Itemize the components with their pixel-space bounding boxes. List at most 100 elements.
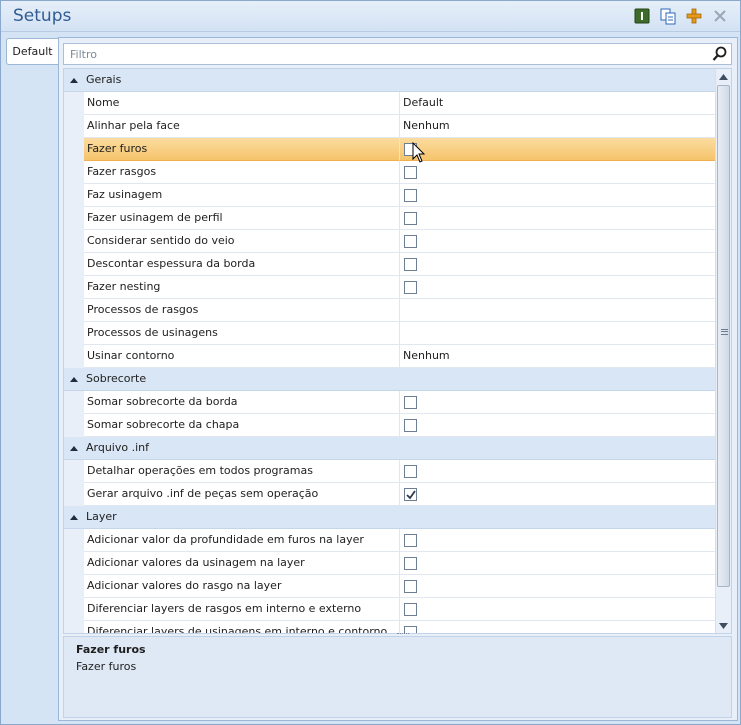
property-name[interactable]: Gerar arquivo .inf de peças sem operação	[84, 483, 400, 506]
property-value[interactable]	[400, 276, 716, 299]
property-row[interactable]: Somar sobrecorte da borda	[64, 391, 716, 414]
property-name[interactable]: Processos de usinagens	[84, 322, 400, 345]
vertical-scrollbar[interactable]	[715, 69, 731, 633]
info-button[interactable]	[633, 7, 651, 25]
property-row[interactable]: Nome Default	[64, 92, 716, 115]
property-row[interactable]: Fazer rasgos	[64, 161, 716, 184]
property-value[interactable]	[400, 460, 716, 483]
property-value[interactable]	[400, 391, 716, 414]
row-gutter	[64, 322, 84, 345]
row-gutter	[64, 598, 84, 621]
property-value[interactable]	[400, 529, 716, 552]
property-value[interactable]	[400, 207, 716, 230]
copy-button[interactable]	[659, 7, 677, 25]
property-name[interactable]: Adicionar valores do rasgo na layer	[84, 575, 400, 598]
property-row[interactable]: Considerar sentido do veio	[64, 230, 716, 253]
property-value[interactable]	[400, 575, 716, 598]
close-button[interactable]	[711, 7, 729, 25]
property-row[interactable]: Gerar arquivo .inf de peças sem operação	[64, 483, 716, 506]
property-row[interactable]: Detalhar operações em todos programas	[64, 460, 716, 483]
info-icon	[634, 8, 650, 24]
property-checkbox[interactable]	[404, 603, 417, 616]
property-name[interactable]: Processos de rasgos	[84, 299, 400, 322]
property-name[interactable]: Diferenciar layers de usinagens em inter…	[84, 621, 400, 633]
property-row[interactable]: Faz usinagem	[64, 184, 716, 207]
chevron-up-icon	[70, 446, 78, 451]
property-name[interactable]: Fazer usinagem de perfil	[84, 207, 400, 230]
property-checkbox[interactable]	[404, 166, 417, 179]
property-name[interactable]: Fazer nesting	[84, 276, 400, 299]
scroll-thumb[interactable]	[717, 85, 730, 587]
category-header[interactable]: Arquivo .inf	[64, 437, 716, 460]
property-row[interactable]: Fazer furos	[64, 138, 716, 161]
property-name[interactable]: Considerar sentido do veio	[84, 230, 400, 253]
property-value[interactable]	[400, 598, 716, 621]
property-name[interactable]: Somar sobrecorte da chapa	[84, 414, 400, 437]
scroll-up-button[interactable]	[716, 69, 731, 84]
property-checkbox[interactable]	[404, 465, 417, 478]
property-checkbox[interactable]	[404, 419, 417, 432]
property-name[interactable]: Adicionar valores da usinagem na layer	[84, 552, 400, 575]
property-value[interactable]	[400, 138, 716, 161]
category-header[interactable]: Layer	[64, 506, 716, 529]
property-checkbox[interactable]	[404, 235, 417, 248]
property-row[interactable]: Alinhar pela face Nenhum	[64, 115, 716, 138]
property-value[interactable]: Nenhum	[400, 115, 716, 138]
property-value[interactable]	[400, 552, 716, 575]
property-name[interactable]: Fazer rasgos	[84, 161, 400, 184]
property-value[interactable]	[400, 322, 716, 345]
property-row[interactable]: Somar sobrecorte da chapa	[64, 414, 716, 437]
property-name[interactable]: Nome	[84, 92, 400, 115]
property-name[interactable]: Usinar contorno	[84, 345, 400, 368]
property-name[interactable]: Somar sobrecorte da borda	[84, 391, 400, 414]
property-checkbox[interactable]	[404, 143, 417, 156]
property-name[interactable]: Descontar espessura da borda	[84, 253, 400, 276]
property-checkbox[interactable]	[404, 396, 417, 409]
property-row[interactable]: Adicionar valores da usinagem na layer	[64, 552, 716, 575]
property-value[interactable]	[400, 230, 716, 253]
scroll-down-button[interactable]	[716, 618, 731, 633]
property-row[interactable]: Diferenciar layers de usinagens em inter…	[64, 621, 716, 633]
property-value[interactable]: Default	[400, 92, 716, 115]
property-value[interactable]	[400, 253, 716, 276]
search-icon[interactable]	[712, 46, 728, 62]
property-value[interactable]	[400, 299, 716, 322]
property-checkbox[interactable]	[404, 580, 417, 593]
property-value[interactable]	[400, 621, 716, 633]
property-name[interactable]: Diferenciar layers de rasgos em interno …	[84, 598, 400, 621]
add-button[interactable]	[685, 7, 703, 25]
property-name[interactable]: Detalhar operações em todos programas	[84, 460, 400, 483]
property-checkbox[interactable]	[404, 534, 417, 547]
property-checkbox[interactable]	[404, 488, 417, 501]
property-row[interactable]: Descontar espessura da borda	[64, 253, 716, 276]
property-name[interactable]: Faz usinagem	[84, 184, 400, 207]
property-value[interactable]	[400, 184, 716, 207]
row-gutter	[64, 414, 84, 437]
property-row[interactable]: Diferenciar layers de rasgos em interno …	[64, 598, 716, 621]
property-checkbox[interactable]	[404, 281, 417, 294]
property-row[interactable]: Adicionar valor da profundidade em furos…	[64, 529, 716, 552]
property-row[interactable]: Processos de rasgos	[64, 299, 716, 322]
property-checkbox[interactable]	[404, 189, 417, 202]
property-value[interactable]	[400, 483, 716, 506]
property-name[interactable]: Adicionar valor da profundidade em furos…	[84, 529, 400, 552]
property-row[interactable]: Fazer usinagem de perfil	[64, 207, 716, 230]
property-row[interactable]: Processos de usinagens	[64, 322, 716, 345]
property-name[interactable]: Fazer furos	[84, 138, 400, 161]
category-header[interactable]: Sobrecorte	[64, 368, 716, 391]
property-checkbox[interactable]	[404, 557, 417, 570]
filter-input[interactable]	[64, 44, 704, 64]
property-value[interactable]: Nenhum	[400, 345, 716, 368]
row-gutter	[64, 483, 84, 506]
property-row[interactable]: Adicionar valores do rasgo na layer	[64, 575, 716, 598]
property-row[interactable]: Fazer nesting	[64, 276, 716, 299]
property-value[interactable]	[400, 161, 716, 184]
property-value[interactable]	[400, 414, 716, 437]
property-grid: Gerais Nome Default Alinhar pela face Nenhum…	[63, 68, 732, 634]
property-row[interactable]: Usinar contorno Nenhum	[64, 345, 716, 368]
property-checkbox[interactable]	[404, 258, 417, 271]
property-checkbox[interactable]	[404, 212, 417, 225]
category-header[interactable]: Gerais	[64, 69, 716, 92]
tab-default[interactable]: Default	[6, 38, 58, 65]
property-name[interactable]: Alinhar pela face	[84, 115, 400, 138]
